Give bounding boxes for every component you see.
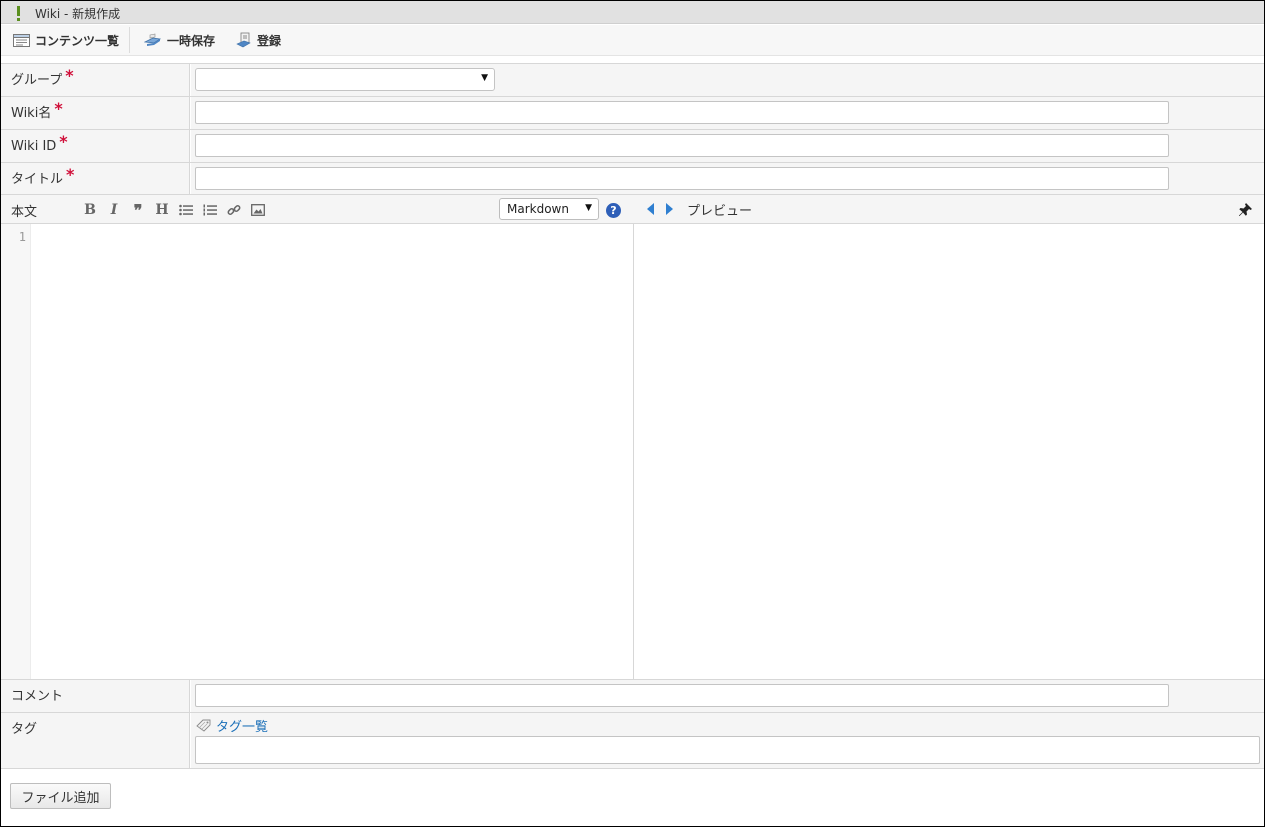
format-select-value: Markdown [507,202,569,216]
line-number: 1 [18,230,26,244]
group-select[interactable]: ▼ [195,68,495,91]
comment-row: コメント [1,679,1264,712]
title-bar: Wiki - 新規作成 [1,1,1264,24]
arrow-right-icon[interactable] [665,203,673,215]
toolbar: コンテンツ一覧 一時保存 登録 [1,25,1264,56]
list-icon [13,33,30,47]
wiki-name-row: Wiki名 * [1,96,1264,129]
preview-nav [647,203,673,215]
pin-icon[interactable] [1238,203,1252,217]
body-label: 本文 [11,205,38,220]
register-button[interactable]: 登録 [236,25,281,55]
tags-list-label: タグ一覧 [216,720,269,735]
preview-label: プレビュー [687,204,753,219]
body-editor[interactable] [31,224,633,679]
group-row: グループ * ▼ [1,63,1264,96]
heading-icon[interactable]: H [150,201,174,219]
window-title: Wiki - 新規作成 [35,7,121,21]
file-area: ファイル追加 [1,768,1264,826]
tag-icon [196,719,211,732]
window: Wiki - 新規作成 コンテンツ一覧 一時保存 登録 グループ * ▼ Wik… [0,0,1265,827]
format-toolbar: B I ❞ H [78,201,270,220]
wiki-id-label: Wiki ID * [1,130,190,162]
group-label: グループ * [1,64,190,96]
help-icon[interactable]: ? [606,203,621,218]
link-icon[interactable] [222,201,246,219]
toolbar-separator [129,27,130,53]
title-label: タイトル * [1,163,190,194]
tags-row: タグ タグ一覧 [1,712,1264,768]
tags-label: タグ [1,713,190,768]
quote-icon[interactable]: ❞ [126,201,150,220]
add-file-button[interactable]: ファイル追加 [10,783,111,809]
title-input[interactable] [195,167,1169,190]
register-icon [236,32,251,48]
wiki-name-label: Wiki名 * [1,97,190,129]
wiki-name-input[interactable] [195,101,1169,124]
image-icon[interactable] [246,201,270,219]
temp-save-button[interactable]: 一時保存 [144,25,215,55]
required-mark: * [59,132,68,151]
exclamation-icon [16,6,21,21]
tags-input[interactable] [195,736,1260,764]
comment-input[interactable] [195,684,1169,707]
line-number-gutter: 1 [1,224,31,679]
required-mark: * [66,165,75,184]
numbered-list-icon[interactable] [198,201,222,219]
editor-body: 1 [1,224,1264,679]
wiki-id-input[interactable] [195,134,1169,157]
temp-save-icon [144,33,162,46]
title-row: タイトル * [1,162,1264,194]
contents-list-label: コンテンツ一覧 [35,33,120,48]
dropdown-arrow-icon: ▼ [481,73,488,83]
dropdown-arrow-icon: ▼ [585,203,592,213]
preview-pane [634,224,1264,679]
required-mark: * [54,99,63,118]
bullet-list-icon[interactable] [174,201,198,219]
temp-save-label: 一時保存 [167,33,216,48]
arrow-left-icon[interactable] [647,203,655,215]
contents-list-button[interactable]: コンテンツ一覧 [13,25,119,55]
comment-label: コメント [1,680,190,712]
wiki-id-row: Wiki ID * [1,129,1264,162]
italic-icon[interactable]: I [102,201,126,219]
bold-icon[interactable]: B [78,201,102,219]
tags-list-link[interactable]: タグ一覧 [196,716,268,735]
editor-header: 本文 B I ❞ H Markdown ▼ ? プレビュー [1,194,1264,224]
required-mark: * [65,66,74,85]
register-label: 登録 [257,33,282,48]
format-select[interactable]: Markdown ▼ [499,198,599,220]
